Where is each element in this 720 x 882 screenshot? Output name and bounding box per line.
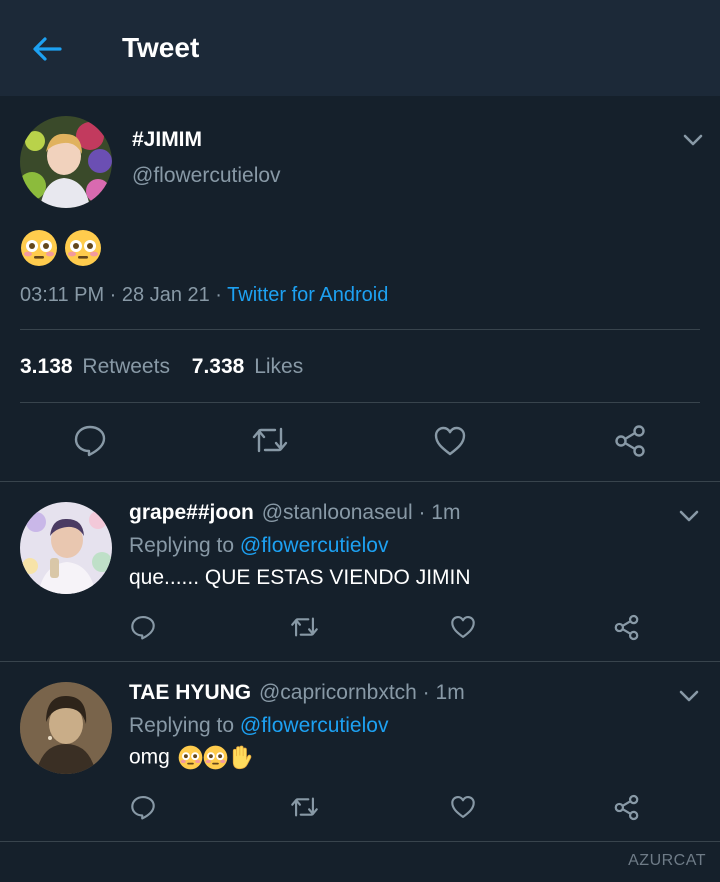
raised-hand-emoji xyxy=(232,745,252,770)
author-avatar[interactable] xyxy=(20,116,112,208)
reply-avatar[interactable] xyxy=(20,502,112,594)
tweet-timestamp-row: 03:11 PM · 28 Jan 21 · Twitter for Andro… xyxy=(20,284,388,307)
retweet-icon[interactable] xyxy=(289,614,320,640)
back-arrow-icon[interactable] xyxy=(30,32,64,66)
top-bar: Tweet xyxy=(0,0,720,96)
reply-icon[interactable] xyxy=(73,423,107,457)
reply-icon[interactable] xyxy=(130,794,156,820)
reply-avatar[interactable] xyxy=(20,682,112,774)
tweet-body xyxy=(20,229,102,269)
like-count[interactable]: 7.338 xyxy=(192,355,245,378)
replying-to-handle[interactable]: @flowercutielov xyxy=(240,534,389,557)
reply-text: que...... QUE ESTAS VIENDO JIMIN xyxy=(129,566,471,589)
flushed-face-emoji xyxy=(203,745,228,770)
like-heart-icon[interactable] xyxy=(450,794,476,820)
divider xyxy=(0,661,720,662)
divider xyxy=(20,329,700,330)
flushed-face-emoji xyxy=(21,230,57,266)
chevron-down-icon[interactable] xyxy=(678,685,700,707)
reply-display-name[interactable]: grape##joon xyxy=(129,501,254,524)
replying-to-label: Replying to xyxy=(129,534,240,557)
engagement-stats: 3.138 Retweets 7.338 Likes xyxy=(20,355,303,379)
flushed-face-emoji xyxy=(178,745,203,770)
retweet-icon[interactable] xyxy=(289,794,320,820)
like-heart-icon[interactable] xyxy=(433,424,467,458)
reply-header: TAE HYUNG @capricornbxtch · 1m xyxy=(129,681,465,705)
like-heart-icon[interactable] xyxy=(450,614,476,640)
share-icon[interactable] xyxy=(613,614,640,641)
divider xyxy=(0,481,720,482)
replying-to-line: Replying to @flowercutielov xyxy=(129,714,388,738)
tweet-source-link[interactable]: Twitter for Android xyxy=(227,284,388,306)
replying-to-line: Replying to @flowercutielov xyxy=(129,534,388,558)
page-title: Tweet xyxy=(122,32,200,63)
retweet-count[interactable]: 3.138 xyxy=(20,355,73,378)
chevron-down-icon[interactable] xyxy=(678,505,700,527)
reply-display-name[interactable]: TAE HYUNG xyxy=(129,681,251,704)
reply-handle-time[interactable]: @stanloonaseul · 1m xyxy=(262,501,461,524)
reply-handle-time[interactable]: @capricornbxtch · 1m xyxy=(259,681,465,704)
divider xyxy=(0,841,720,842)
reply-header: grape##joon @stanloonaseul · 1m xyxy=(129,501,460,525)
chevron-down-icon[interactable] xyxy=(682,129,704,151)
author-display-name[interactable]: #JIMIM xyxy=(132,128,202,152)
reply-body: omg xyxy=(129,745,253,773)
divider xyxy=(20,402,700,403)
share-icon[interactable] xyxy=(613,424,647,458)
flushed-face-emoji xyxy=(65,230,102,266)
replying-to-handle[interactable]: @flowercutielov xyxy=(240,714,389,737)
retweet-icon[interactable] xyxy=(250,423,290,457)
reply-text: omg xyxy=(129,745,170,769)
replying-to-label: Replying to xyxy=(129,714,240,737)
tweet-timestamp: 03:11 PM · 28 Jan 21 · xyxy=(20,284,228,306)
like-label[interactable]: Likes xyxy=(254,355,303,378)
share-icon[interactable] xyxy=(613,794,640,821)
reply-icon[interactable] xyxy=(130,614,156,640)
watermark: AZURCAT xyxy=(628,852,706,869)
author-handle[interactable]: @flowercutielov xyxy=(132,164,281,188)
retweet-label[interactable]: Retweets xyxy=(82,355,170,378)
